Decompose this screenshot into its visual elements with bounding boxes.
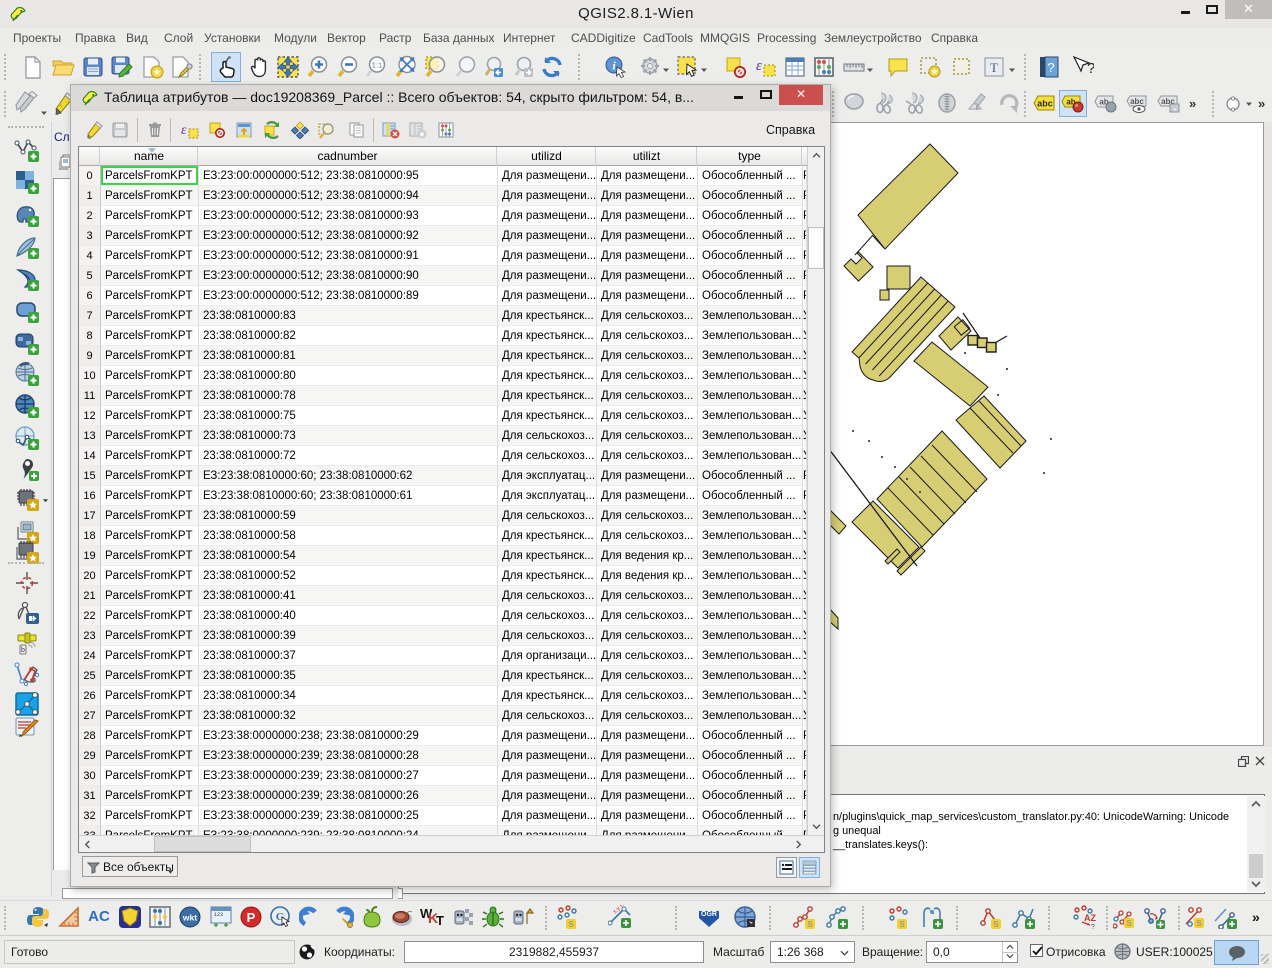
svg-text:OGR: OGR bbox=[701, 911, 717, 918]
svg-text:S: S bbox=[993, 920, 999, 929]
svg-text:ε: ε bbox=[756, 58, 762, 74]
svg-text:?: ? bbox=[1087, 60, 1094, 77]
svg-text:AZ: AZ bbox=[1084, 913, 1096, 923]
svg-text:S: S bbox=[807, 920, 813, 929]
svg-text:123: 123 bbox=[214, 912, 223, 918]
svg-text:S: S bbox=[568, 920, 574, 929]
svg-text:?: ? bbox=[1047, 60, 1054, 75]
svg-text:T: T bbox=[990, 60, 998, 75]
svg-text:?: ? bbox=[1091, 924, 1095, 929]
svg-text:abc: abc bbox=[1130, 97, 1144, 106]
svg-text:P: P bbox=[247, 910, 256, 925]
svg-text:S: S bbox=[1196, 919, 1202, 928]
svg-text:S: S bbox=[899, 920, 905, 929]
svg-text:abc: abc bbox=[1037, 99, 1053, 109]
svg-text:ε: ε bbox=[181, 123, 187, 138]
svg-text:1:1: 1:1 bbox=[372, 61, 382, 70]
svg-text:b: b bbox=[21, 647, 25, 654]
svg-text:S: S bbox=[1126, 919, 1132, 928]
svg-text:wkt: wkt bbox=[182, 913, 197, 923]
